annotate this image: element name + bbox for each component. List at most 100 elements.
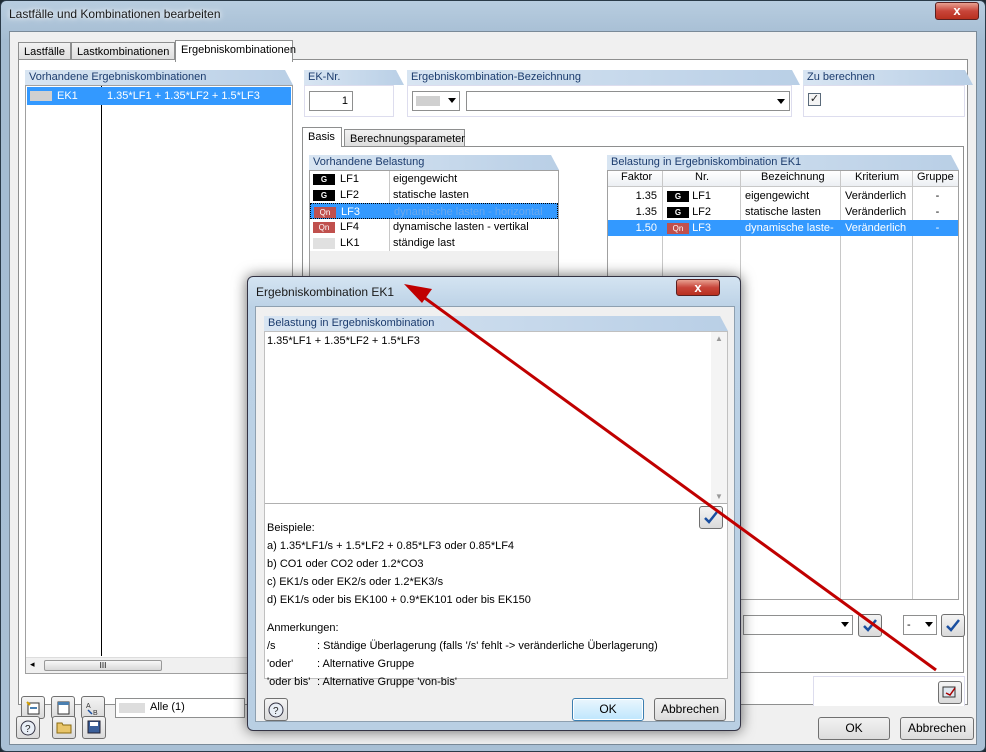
kriterium-select[interactable] (743, 615, 853, 635)
beispiel-d: d) EK1/s oder bis EK100 + 0.9*EK101 oder… (267, 594, 531, 606)
combination-formula: 1.35*LF1 + 1.35*LF2 + 1.5*LF3 (107, 90, 260, 102)
svg-text:?: ? (25, 724, 31, 735)
dialog-apply-button[interactable] (699, 506, 723, 529)
scroll-left-icon[interactable]: ◂ (30, 659, 35, 670)
help-button[interactable]: ? (16, 716, 40, 739)
dialog-help-button[interactable]: ? (264, 698, 288, 721)
dialog-client: Belastung in Ergebniskombination 1.35*LF… (255, 306, 735, 722)
filter-select[interactable]: Alle (1) (115, 698, 245, 718)
beispiel-b: b) CO1 oder CO2 oder 1.2*CO3 (267, 558, 424, 570)
formula-text: 1.35*LF1 + 1.35*LF2 + 1.5*LF3 (267, 335, 420, 347)
table-row[interactable]: 1.50 Qn LF3 dynamische laste- Veränderli… (608, 220, 958, 236)
col-faktor[interactable]: Faktor (618, 171, 664, 187)
color-swatch-icon (416, 96, 440, 106)
ok-button[interactable]: OK (818, 717, 890, 740)
window-close-button[interactable]: x (935, 2, 979, 20)
cancel-button[interactable]: Abbrechen (900, 717, 974, 740)
chevron-down-icon (841, 622, 849, 627)
color-swatch-icon (119, 703, 145, 713)
table-row[interactable]: 1.35 G LF1 eigengewicht Veränderlich - (608, 188, 958, 204)
window-title: Lastfälle und Kombinationen bearbeiten (9, 7, 221, 21)
load-type-icon: Qn (313, 221, 335, 233)
beispiele-label: Beispiele: (267, 522, 315, 534)
bezeichnung-combo[interactable] (466, 91, 790, 111)
ek-nr-input[interactable]: 1 (309, 91, 353, 111)
copy-table-icon (57, 701, 70, 715)
dialog-title: Ergebniskombination EK1 (256, 285, 395, 299)
col-gruppe[interactable]: Gruppe (914, 171, 958, 187)
save-icon (87, 720, 101, 734)
chevron-down-icon (925, 622, 933, 627)
table-header: Faktor Nr. Bezeichnung Kriterium Gruppe (608, 171, 958, 187)
formula-textarea[interactable]: 1.35*LF1 + 1.35*LF2 + 1.5*LF3 ▲ ▼ (265, 332, 727, 504)
load-type-icon: G (313, 173, 335, 185)
combinations-list-header: Vorhandene Ergebniskombinationen (25, 70, 293, 85)
col-nr[interactable]: Nr. (692, 171, 732, 187)
title-bar[interactable]: Lastfälle und Kombinationen bearbeiten x (1, 1, 985, 27)
subtab-basis[interactable]: Basis (302, 127, 342, 147)
list-item[interactable]: LK1 ständige last (310, 235, 558, 251)
list-item[interactable]: EK1 1.35*LF1 + 1.35*LF2 + 1.5*LF3 (27, 87, 291, 105)
combination-id: EK1 (57, 90, 78, 102)
gruppe-select[interactable]: - (903, 615, 937, 635)
table-row[interactable]: 1.35 G LF2 statische lasten Veränderlich… (608, 204, 958, 220)
anmerkungen-label: Anmerkungen: (267, 622, 339, 634)
open-button[interactable] (52, 716, 76, 739)
list-item[interactable]: G LF1 eigengewicht (310, 171, 558, 187)
vertical-scrollbar[interactable]: ▲ ▼ (711, 332, 727, 503)
scroll-thumb[interactable]: III (44, 660, 162, 671)
load-type-icon: G (667, 206, 689, 218)
tab-ergebniskombinationen[interactable]: Ergebniskombinationen (175, 40, 296, 62)
load-type-icon: G (667, 190, 689, 202)
check-icon (946, 619, 960, 632)
color-select[interactable] (412, 91, 460, 111)
anmerkung-key: 'oder' (267, 658, 294, 670)
load-type-icon: Qn (314, 206, 336, 218)
new-item-icon (26, 701, 40, 715)
save-button[interactable] (82, 716, 106, 739)
list-item[interactable]: Qn LF3 dynamische lasten - horizontal (310, 203, 558, 219)
subtab-berechnungsparameter[interactable]: Berechnungsparameter (344, 129, 465, 147)
dialog-panel: 1.35*LF1 + 1.35*LF2 + 1.5*LF3 ▲ ▼ Beispi… (264, 331, 728, 688)
list-item[interactable]: G LF2 statische lasten (310, 187, 558, 203)
list-item[interactable]: Qn LF4 dynamische lasten - vertikal (310, 219, 558, 235)
scroll-up-icon[interactable]: ▲ (715, 334, 723, 343)
beispiel-c: c) EK1/s oder EK2/s oder 1.2*EK3/s (267, 576, 444, 588)
anmerkung-value: : Alternative Gruppe (317, 658, 415, 670)
zu-berechnen-checkbox[interactable]: ✓ (808, 93, 821, 106)
anmerkung-key: /s (267, 640, 276, 652)
zu-berechnen-header: Zu berechnen (803, 70, 973, 85)
edit-dialog-icon (942, 686, 956, 698)
svg-text:?: ? (273, 706, 279, 717)
apply-gruppe-button[interactable] (941, 614, 965, 637)
col-kriterium[interactable]: Kriterium (852, 171, 912, 187)
col-bezeichnung[interactable]: Bezeichnung (758, 171, 834, 187)
belastung-ek-header: Belastung in Ergebniskombination EK1 (607, 155, 959, 170)
anmerkung-value: : Alternative Gruppe 'von-bis' (317, 676, 457, 688)
vorhandene-belastung-header: Vorhandene Belastung (309, 155, 559, 170)
dialog-group-header: Belastung in Ergebniskombination (264, 316, 728, 331)
folder-icon (56, 722, 72, 734)
load-type-icon (313, 237, 335, 249)
formula-dialog: Ergebniskombination EK1 x Belastung in E… (247, 276, 741, 731)
chevron-down-icon (777, 99, 785, 104)
anmerkung-value: : Ständige Überlagerung (falls '/s' fehl… (317, 640, 658, 652)
help-icon: ? (20, 720, 36, 736)
dialog-close-button[interactable]: x (676, 279, 720, 296)
svg-text:A: A (86, 703, 91, 710)
anmerkung-key: 'oder bis' (267, 676, 311, 688)
sort-ab-icon: AB (86, 703, 98, 717)
dialog-ok-button[interactable]: OK (572, 698, 644, 721)
chevron-down-icon (448, 98, 456, 103)
scroll-down-icon[interactable]: ▼ (715, 492, 723, 501)
dialog-cancel-button[interactable]: Abbrechen (654, 698, 726, 721)
edit-formula-button[interactable] (938, 681, 962, 704)
load-type-icon: Qn (667, 222, 689, 234)
help-icon: ? (268, 702, 284, 718)
apply-kriterium-button[interactable] (858, 614, 882, 637)
filter-value: Alle (1) (150, 701, 185, 713)
bezeichnung-header: Ergebniskombination-Bezeichnung (407, 70, 800, 85)
ek-nr-header: EK-Nr. (304, 70, 404, 85)
load-type-icon: G (313, 189, 335, 201)
beispiel-a: a) 1.35*LF1/s + 1.5*LF2 + 0.85*LF3 oder … (267, 540, 515, 552)
